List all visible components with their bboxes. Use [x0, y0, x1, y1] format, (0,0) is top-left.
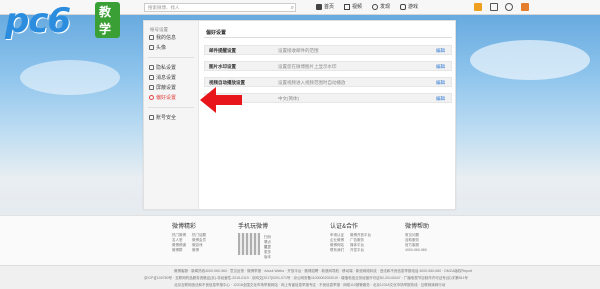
nav-game[interactable]: 游戏 — [400, 3, 418, 12]
footer-col-cooperation: 认证&合作 申请认证 企业微博 微博网站 联系我们 微博开放平台 广告服务 媒体… — [330, 221, 371, 253]
sidebar-item-message[interactable]: 消息设置 — [149, 74, 176, 83]
sidebar-divider — [148, 107, 194, 108]
footer: 微博精彩 热门微博 名人堂 微博频道 微博群 热门话题 微博会员 微游戏 微博 … — [0, 215, 600, 289]
footer-col-highlights: 微博精彩 热门微博 名人堂 微博频道 微博群 热门话题 微博会员 微游戏 微博 — [172, 221, 206, 253]
nav-label: 游戏 — [408, 4, 419, 10]
sidebar-item-label: 我的信息 — [156, 35, 177, 41]
user-icon — [149, 35, 154, 41]
page-title: 偏好设置 — [206, 30, 227, 36]
pc6-logo: pc6 教学 — [5, 2, 120, 42]
row-desc: 设置您在微博图片上显示水印 — [278, 64, 337, 69]
red-arrow-icon — [200, 87, 242, 113]
sidebar-divider — [148, 57, 194, 58]
sidebar-item-block[interactable]: 屏蔽设置 — [149, 84, 176, 93]
video-icon — [344, 3, 350, 10]
footer-link[interactable]: 微博 — [192, 248, 206, 253]
search-placeholder: 搜索微博、找人 — [148, 5, 180, 10]
search-input[interactable]: 搜索微博、找人 ⌕ — [144, 3, 296, 12]
search-icon[interactable]: ⌕ — [291, 4, 294, 12]
edit-link[interactable]: 编辑 — [436, 48, 445, 54]
sidebar-item-label: 偏好设置 — [156, 95, 177, 101]
settings-panel: 帐号设置 我的信息 头像 隐私设置 消息设置 屏蔽设置 偏好设置 账号安全 偏好… — [143, 20, 456, 210]
setting-row-watermark: 图片水印设置 设置您在微博图片上显示水印 编辑 — [204, 61, 452, 71]
row-desc: 设置接收邮件的范围 — [278, 48, 319, 53]
sidebar-item-privacy[interactable]: 隐私设置 — [149, 64, 176, 73]
gamepad-icon — [400, 3, 406, 10]
sidebar-item-my-info[interactable]: 我的信息 — [149, 34, 176, 43]
footer-col-help: 微博帮助 常见问题 自助服务 官方客服 4000-960-960 — [405, 221, 429, 253]
sidebar-item-label: 隐私设置 — [156, 65, 177, 71]
footer-link: 4000-960-960 — [405, 248, 427, 252]
sidebar-heading: 帐号设置 — [150, 27, 168, 32]
message-icon — [149, 75, 154, 81]
settings-sidebar: 帐号设置 我的信息 头像 隐私设置 消息设置 屏蔽设置 偏好设置 账号安全 — [144, 21, 199, 209]
nav-label: 发现 — [380, 4, 391, 10]
heart-icon — [149, 95, 154, 101]
footer-col-title: 微博帮助 — [405, 224, 430, 230]
sidebar-item-label: 头像 — [156, 45, 167, 51]
row-desc: 中文(简体) — [278, 96, 299, 101]
nav-discover[interactable]: 发现 — [372, 3, 390, 12]
title-divider — [204, 37, 452, 38]
cloud-decoration — [470, 40, 590, 80]
sidebar-item-label: 消息设置 — [156, 75, 177, 81]
nav-video[interactable]: 视频 — [344, 3, 362, 12]
footer-link[interactable]: 请点这里 — [264, 240, 271, 249]
footer-link[interactable]: 微博群 — [172, 248, 186, 253]
edit-link[interactable]: 编辑 — [436, 64, 445, 70]
nav-label: 首页 — [324, 4, 335, 10]
message-icon[interactable] — [490, 3, 498, 11]
row-label: 邮件提醒设置 — [209, 48, 236, 53]
footer-link[interactable]: 联系我们 — [330, 248, 344, 253]
cloud-decoration — [20, 60, 120, 95]
avatar-icon — [149, 45, 154, 51]
row-desc: 设置视频进入视频范围时自动播放 — [278, 80, 346, 85]
shield-icon — [149, 115, 154, 121]
sidebar-item-label: 账号安全 — [156, 115, 177, 121]
footer-col-mobile: 手机玩微博 扫码下载，更多版本 请点这里 — [238, 221, 271, 259]
footer-link[interactable]: 开发平台 — [350, 248, 371, 253]
home-icon — [316, 3, 322, 10]
compass-icon — [372, 3, 378, 10]
row-label: 图片水印设置 — [209, 64, 236, 69]
edit-link[interactable]: 编辑 — [436, 96, 445, 102]
footer-legal-bar: 微博客服 · 新闻热线4000-960-960 · 意见反馈 · 微博举报 · … — [0, 265, 600, 289]
footer-legal-line: 北京互联网违法和不良信息举报中心 · 12318全国文化市场举报网站 · 网上有… — [174, 283, 446, 287]
block-icon — [149, 85, 154, 91]
compose-icon[interactable] — [521, 3, 529, 11]
nav-home[interactable]: 首页 — [316, 3, 334, 12]
footer-col-title: 微博精彩 — [172, 224, 197, 230]
lock-icon — [149, 65, 154, 71]
sidebar-item-label: 屏蔽设置 — [156, 85, 177, 91]
footer-legal-line: 微博客服 · 新闻热线4000-960-960 · 意见反馈 · 微博举报 · … — [174, 269, 473, 273]
qr-code — [238, 233, 260, 255]
sidebar-item-preference[interactable]: 偏好设置 — [149, 94, 176, 103]
logo-tag: 教学 — [95, 2, 120, 38]
nav-label: 视频 — [352, 4, 363, 10]
footer-col-title: 认证&合作 — [330, 224, 359, 230]
setting-row-email: 邮件提醒设置 设置接收邮件的范围 编辑 — [204, 45, 452, 55]
footer-col-title: 手机玩微博 — [238, 224, 269, 230]
sidebar-item-avatar[interactable]: 头像 — [149, 44, 166, 53]
user-avatar[interactable] — [474, 3, 482, 11]
sidebar-item-security[interactable]: 账号安全 — [149, 114, 176, 123]
footer-legal-line: 京ICP证100780号 · 互联网药品服务资格证(京)-非经营性-2015-0… — [144, 276, 468, 280]
settings-icon[interactable] — [505, 3, 513, 11]
edit-link[interactable]: 编辑 — [436, 80, 445, 86]
